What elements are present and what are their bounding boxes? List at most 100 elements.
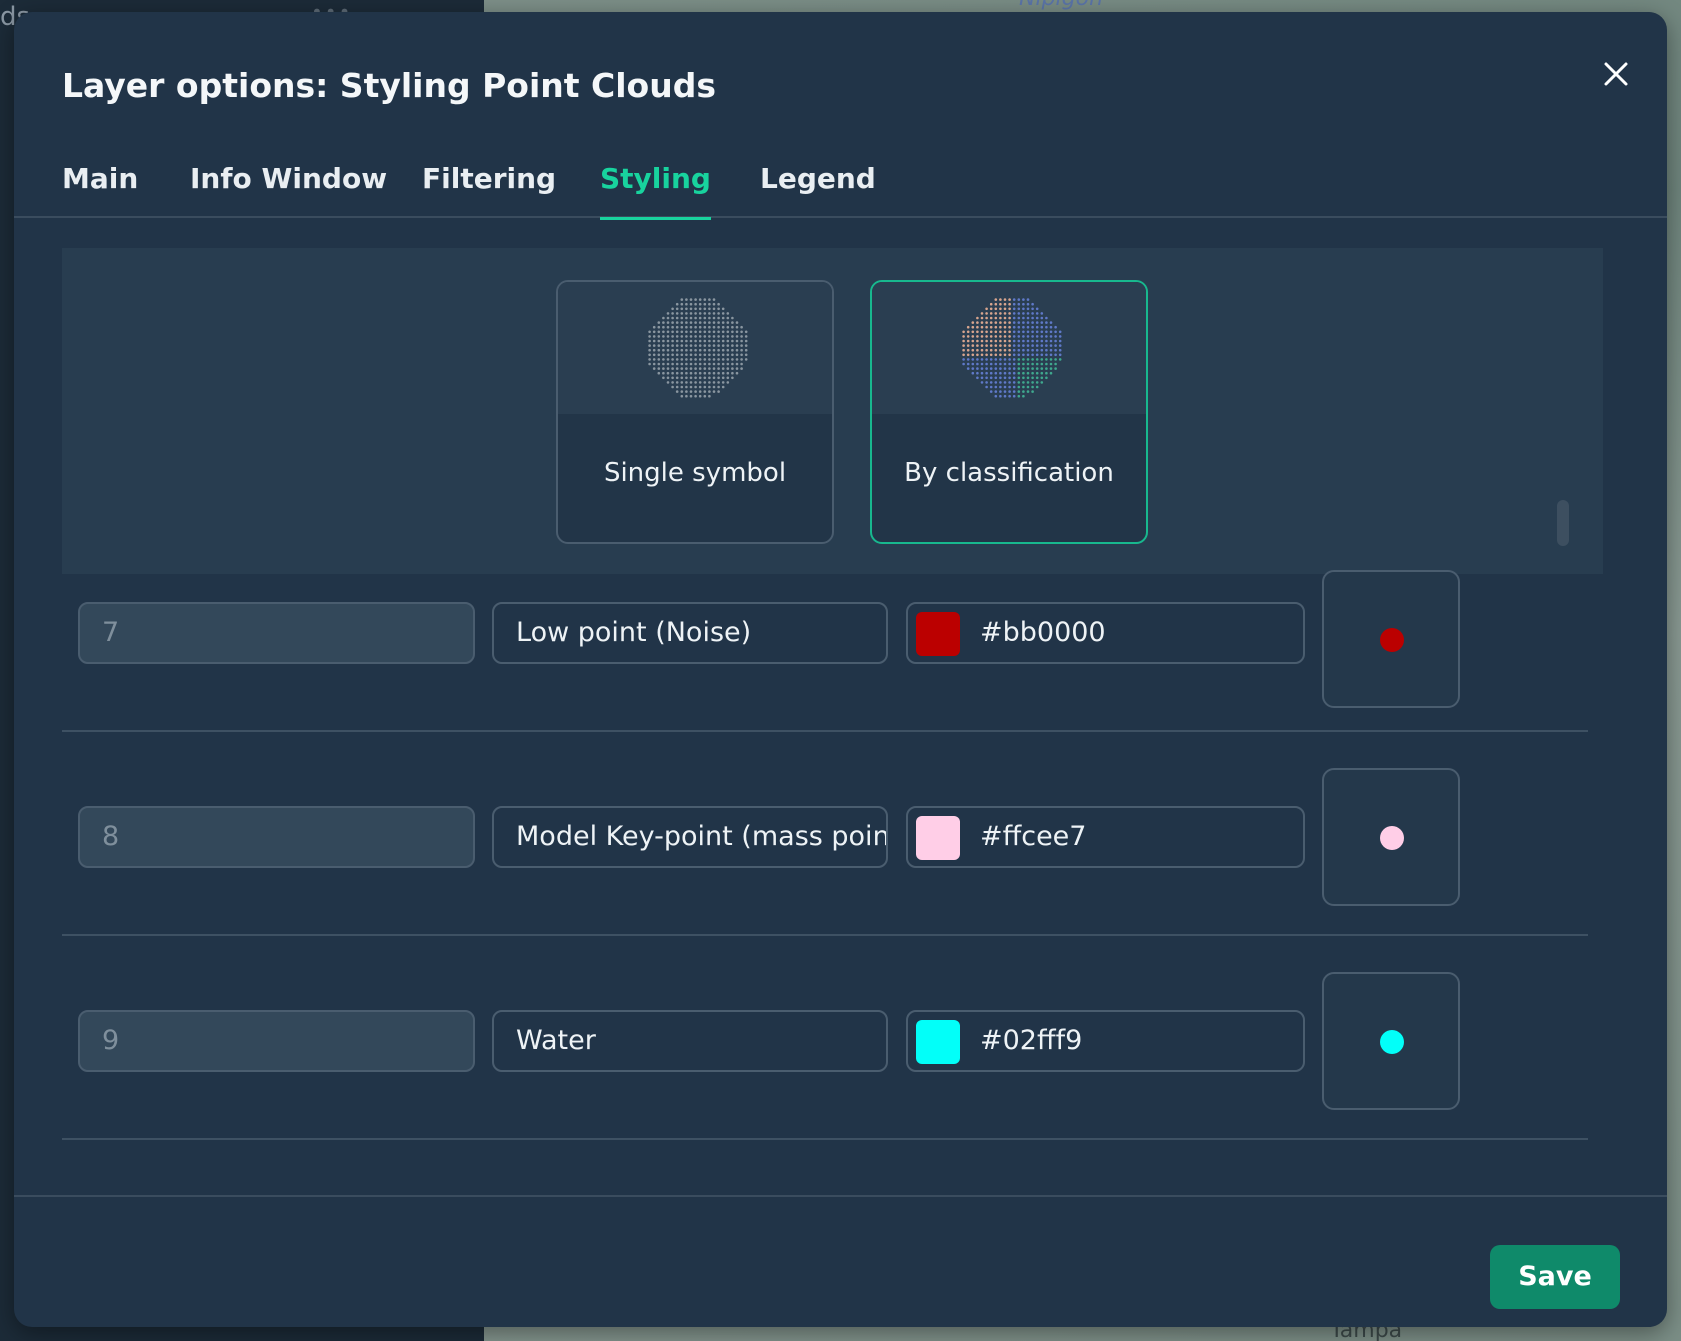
single-symbol-option[interactable]: Single symbol [556, 280, 834, 544]
color-input[interactable]: #ffcee7 [906, 806, 1305, 868]
tab-legend[interactable]: Legend [760, 162, 876, 218]
point-dot [1003, 330, 1007, 334]
symbol-preview[interactable] [1322, 768, 1460, 906]
point-dot-icon [1380, 1030, 1404, 1054]
point-dot [689, 362, 693, 366]
point-dot [985, 330, 988, 334]
by-classification-option[interactable]: By classification [870, 280, 1148, 544]
point-dot [731, 316, 734, 320]
point-dot [685, 325, 688, 329]
point-dot [648, 353, 651, 357]
point-dot [1022, 381, 1025, 384]
point-dot [1022, 302, 1025, 306]
point-dot [717, 367, 720, 370]
point-dot [1026, 344, 1030, 347]
point-dot [976, 335, 979, 338]
point-dot [648, 362, 651, 366]
point-dot [680, 362, 684, 366]
point-dot [971, 330, 975, 334]
point-dot [1008, 376, 1011, 380]
modal-title: Layer options: Styling Point Clouds [62, 66, 716, 105]
point-dot [694, 371, 697, 375]
point-dot [989, 353, 993, 357]
point-dot [698, 325, 702, 329]
point-dot [726, 325, 730, 329]
point-dot [721, 348, 725, 352]
point-dot [712, 307, 716, 311]
point-dot [1003, 316, 1007, 320]
close-icon[interactable] [1596, 54, 1636, 94]
point-dot [694, 394, 697, 398]
point-dot [1022, 390, 1025, 393]
point-dot [717, 348, 720, 352]
class-label-input[interactable]: Water [492, 1010, 888, 1072]
point-dot [675, 367, 679, 370]
color-swatch[interactable] [916, 816, 960, 860]
point-dot [652, 344, 656, 347]
color-input[interactable]: #02fff9 [906, 1010, 1305, 1072]
point-dot [1003, 344, 1007, 347]
point-dot [1031, 330, 1034, 334]
point-dot [1035, 316, 1039, 320]
point-dot [989, 376, 993, 380]
point-dot [712, 298, 716, 301]
point-dot [717, 358, 720, 361]
point-dot [652, 367, 656, 370]
point-dot [1049, 321, 1053, 324]
point-dot [1017, 381, 1021, 384]
point-dot [1012, 325, 1016, 329]
point-dot [976, 367, 979, 370]
color-input[interactable]: #bb0000 [906, 602, 1305, 664]
point-dot [694, 390, 697, 393]
point-dot [1054, 325, 1057, 329]
color-value: #ffcee7 [980, 821, 1087, 852]
point-dot [744, 330, 748, 334]
point-dot [662, 376, 665, 380]
point-dot [1054, 335, 1057, 338]
point-dot [1003, 381, 1007, 384]
scrollbar-thumb[interactable] [1557, 500, 1569, 546]
point-dot [671, 321, 674, 324]
point-dot [1045, 371, 1048, 375]
symbol-preview[interactable] [1322, 570, 1460, 708]
point-dot [689, 298, 693, 301]
point-dot [703, 321, 707, 324]
point-dot [689, 390, 693, 393]
point-dot [1017, 321, 1021, 324]
save-button[interactable]: Save [1490, 1245, 1620, 1309]
point-dot [1003, 302, 1007, 306]
point-dot [999, 302, 1002, 306]
point-dot [1031, 344, 1034, 347]
color-swatch[interactable] [916, 612, 960, 656]
point-dot [694, 367, 697, 370]
point-dot [985, 339, 988, 343]
point-dot [662, 316, 665, 320]
point-dot [698, 307, 702, 311]
point-dot [708, 325, 711, 329]
point-dot [717, 321, 720, 324]
point-dot [726, 316, 730, 320]
point-dot [717, 381, 720, 384]
point-dot [1017, 390, 1021, 393]
class-label-input[interactable]: Low point (Noise) [492, 602, 888, 664]
point-dot [976, 344, 979, 347]
point-dot [985, 321, 988, 324]
thumbnail [558, 282, 832, 414]
color-value: #bb0000 [980, 617, 1106, 648]
tab-info-window[interactable]: Info Window [190, 162, 387, 218]
color-swatch[interactable] [916, 1020, 960, 1064]
point-dot [1026, 321, 1030, 324]
point-dot [648, 339, 651, 343]
point-dot [703, 353, 707, 357]
point-dot [675, 316, 679, 320]
point-dot [735, 321, 739, 324]
point-dot [989, 390, 993, 393]
point-dot [962, 330, 965, 334]
symbol-preview[interactable] [1322, 972, 1460, 1110]
tab-filtering[interactable]: Filtering [422, 162, 556, 218]
point-dot [1026, 298, 1030, 301]
point-dot [1012, 339, 1016, 343]
class-label-input[interactable]: Model Key-point (mass point) [492, 806, 888, 868]
tab-main[interactable]: Main [62, 162, 138, 218]
tab-styling[interactable]: Styling [600, 162, 711, 220]
